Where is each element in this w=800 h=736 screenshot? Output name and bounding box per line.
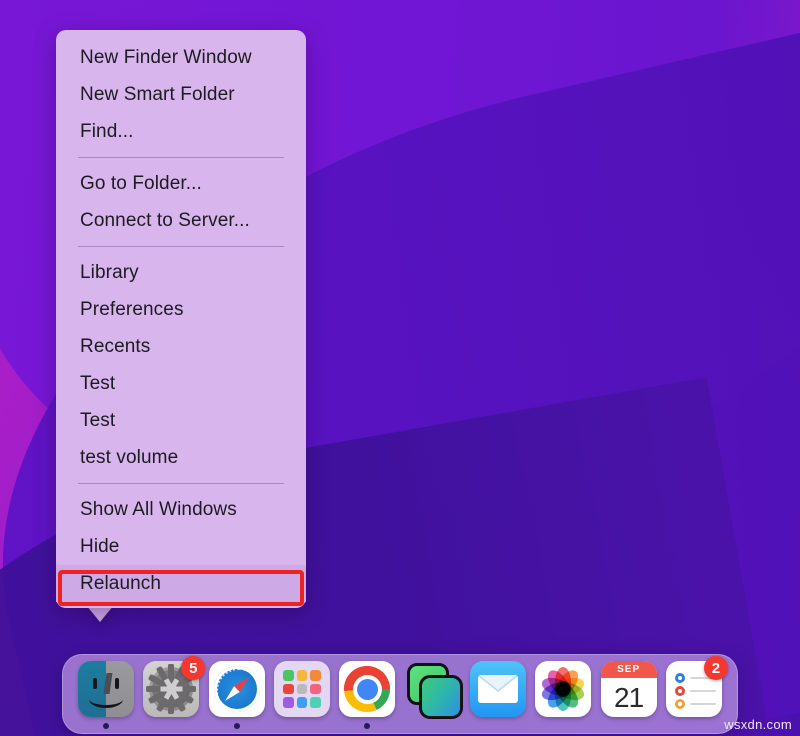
calendar-icon[interactable]: SEP 21 bbox=[601, 661, 657, 717]
menu-separator-3 bbox=[78, 483, 284, 484]
site-watermark: wsxdn.com bbox=[724, 717, 792, 732]
dock-item-reminders[interactable]: 2 bbox=[663, 658, 725, 730]
envelope-icon[interactable] bbox=[470, 661, 526, 717]
finder-dock-context-menu[interactable]: New Finder Window New Smart Folder Find.… bbox=[56, 30, 306, 608]
menu-item-test-volume[interactable]: test volume bbox=[56, 439, 306, 476]
menu-item-new-finder-window[interactable]: New Finder Window bbox=[56, 39, 306, 76]
gear-icon[interactable]: 5 bbox=[143, 661, 199, 717]
menu-separator-1 bbox=[78, 157, 284, 158]
dock-item-safari[interactable] bbox=[206, 658, 268, 730]
windows-icon[interactable] bbox=[405, 661, 461, 717]
menu-item-connect-to-server[interactable]: Connect to Server... bbox=[56, 202, 306, 239]
pinwheel-icon[interactable] bbox=[535, 661, 591, 717]
menu-item-test-1[interactable]: Test bbox=[56, 365, 306, 402]
dock-item-photos[interactable] bbox=[532, 658, 594, 730]
running-indicator-safari bbox=[234, 723, 240, 729]
menu-item-preferences[interactable]: Preferences bbox=[56, 291, 306, 328]
checklist-icon[interactable]: 2 bbox=[666, 661, 722, 717]
compass-icon[interactable] bbox=[209, 661, 265, 717]
menu-item-library[interactable]: Library bbox=[56, 254, 306, 291]
chrome-icon[interactable] bbox=[339, 661, 395, 717]
menu-separator-2 bbox=[78, 246, 284, 247]
dock-item-mail[interactable] bbox=[467, 658, 529, 730]
dock-item-finder[interactable] bbox=[75, 658, 137, 730]
dock-item-system-preferences[interactable]: 5 bbox=[140, 658, 202, 730]
calendar-day-label: 21 bbox=[601, 678, 657, 717]
menu-item-recents[interactable]: Recents bbox=[56, 328, 306, 365]
badge-reminders: 2 bbox=[704, 656, 728, 680]
dock-item-calendar[interactable]: SEP 21 bbox=[598, 658, 660, 730]
running-indicator-finder bbox=[103, 723, 109, 729]
dock-item-launchpad[interactable] bbox=[271, 658, 333, 730]
menu-item-hide[interactable]: Hide bbox=[56, 528, 306, 565]
menu-item-go-to-folder[interactable]: Go to Folder... bbox=[56, 165, 306, 202]
dock-item-stage-manager[interactable] bbox=[402, 658, 464, 730]
badge-system-preferences: 5 bbox=[181, 656, 205, 680]
finder-icon[interactable] bbox=[78, 661, 134, 717]
dock[interactable]: 5 bbox=[62, 654, 738, 734]
menu-item-find[interactable]: Find... bbox=[56, 113, 306, 150]
running-indicator-google-chrome bbox=[364, 723, 370, 729]
menu-item-show-all-windows[interactable]: Show All Windows bbox=[56, 491, 306, 528]
calendar-month-label: SEP bbox=[617, 664, 640, 675]
menu-item-test-2[interactable]: Test bbox=[56, 402, 306, 439]
launchpad-icon[interactable] bbox=[274, 661, 330, 717]
menu-item-relaunch[interactable]: Relaunch bbox=[56, 565, 306, 602]
envelope-fold-lines bbox=[478, 675, 518, 703]
desktop-screen: New Finder Window New Smart Folder Find.… bbox=[0, 0, 800, 736]
menu-item-new-smart-folder[interactable]: New Smart Folder bbox=[56, 76, 306, 113]
dock-item-google-chrome[interactable] bbox=[336, 658, 398, 730]
